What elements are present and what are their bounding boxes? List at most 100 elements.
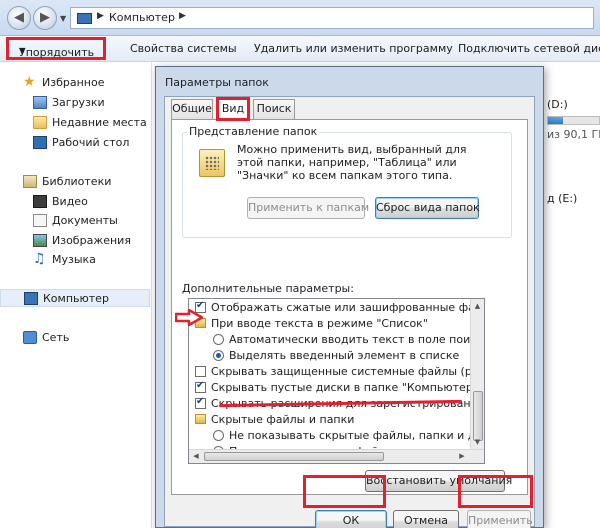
forward-arrow-icon: ▶ [40, 10, 50, 25]
reset-folders-button[interactable]: Сброс вида папок [375, 197, 480, 219]
pictures-library-icon [33, 234, 47, 247]
sidebar-item-label: Загрузки [52, 96, 105, 109]
computer-icon [77, 13, 92, 24]
sidebar-item-downloads[interactable]: Загрузки [0, 94, 150, 112]
sidebar-item-music[interactable]: ♫ Музыка [0, 251, 150, 269]
sidebar-item-label: Музыка [52, 253, 96, 266]
advanced-settings-label: Дополнительные параметры: [182, 282, 354, 295]
uninstall-program-button[interactable]: Удалить или изменить программу [254, 42, 453, 55]
drive-d-usage-bar [547, 116, 600, 125]
breadcrumb-computer[interactable]: Компьютер [109, 11, 175, 24]
red-arrow-icon [175, 309, 203, 326]
folder-options-dialog: Параметры папок Общие Вид Поиск Представ… [155, 66, 544, 528]
drive-d-free-space: из 90,1 ГБ [547, 128, 600, 141]
sidebar-item-label: Библиотеки [42, 175, 112, 188]
organize-button[interactable]: Упорядочить ▼ [6, 37, 106, 60]
checkbox[interactable] [195, 366, 206, 377]
sidebar-item-libraries[interactable]: Библиотеки [0, 173, 150, 191]
star-icon: ★ [23, 74, 36, 90]
network-icon [23, 331, 37, 344]
sidebar-item-desktop[interactable]: Рабочий стол [0, 134, 150, 152]
address-bar-area: ◀ ▶ ▼ ▶ Компьютер ▶ [0, 0, 600, 36]
apply-button[interactable]: Применить [467, 510, 533, 528]
organize-label: Упорядочить [19, 46, 95, 59]
sidebar-item-network[interactable]: Сеть [0, 329, 150, 347]
sidebar-item-label: Изображения [52, 234, 131, 247]
drive-d-label[interactable]: (D:) [547, 98, 568, 111]
drive-d-usage-fill [548, 117, 564, 124]
scroll-thumb[interactable] [473, 391, 483, 441]
sidebar-item-favorites[interactable]: ★ Избранное [0, 74, 150, 92]
tab-general[interactable]: Общие [171, 99, 213, 119]
video-library-icon [33, 195, 47, 208]
folder-views-label: Представление папок [187, 125, 320, 138]
sidebar-item-label: Сеть [42, 331, 70, 344]
sidebar-item-label: Недавние места [52, 116, 147, 129]
chevron-down-icon: ▼ [19, 46, 26, 55]
back-arrow-icon: ◀ [14, 10, 24, 25]
sidebar-item-computer[interactable]: Компьютер [0, 289, 150, 307]
documents-library-icon [33, 214, 47, 227]
breadcrumb-separator-icon[interactable]: ▶ [97, 11, 104, 21]
vertical-scrollbar[interactable]: ▲ ▼ [470, 299, 484, 449]
libraries-icon [23, 175, 37, 188]
navigation-pane: ★ Избранное Загрузки Недавние места Рабо… [0, 62, 152, 528]
address-box[interactable]: ▶ Компьютер ▶ [70, 7, 594, 29]
sidebar-item-recent[interactable]: Недавние места [0, 114, 150, 132]
dialog-title: Параметры папок [165, 76, 269, 89]
settings-option-label: При вводе текста в режиме "Список" [211, 317, 428, 330]
map-network-drive-button[interactable]: Подключить сетевой диск [458, 42, 600, 55]
checkbox[interactable] [195, 380, 206, 393]
settings-option-label: Скрывать защищенные системные файлы (рек… [211, 365, 484, 378]
radio-button[interactable] [213, 430, 224, 441]
scroll-up-icon[interactable]: ▲ [471, 299, 484, 313]
settings-option-label: Скрытые файлы и папки [211, 413, 355, 426]
settings-option-label: Не показывать скрытые файлы, папки и дис… [229, 429, 485, 442]
folder-views-group: Представление папок Можно применить вид,… [182, 125, 512, 238]
settings-option-label: Отображать сжатые или зашифрованные файл… [211, 301, 484, 314]
folder-icon [195, 414, 206, 424]
tab-search[interactable]: Поиск [253, 99, 295, 119]
sidebar-item-images[interactable]: Изображения [0, 232, 150, 250]
dialog-body: Общие Вид Поиск Представление папок Можн… [164, 96, 535, 528]
recent-pages-dropdown-icon[interactable]: ▼ [60, 14, 66, 23]
scroll-down-icon[interactable]: ▼ [471, 435, 484, 449]
red-highlight-apply [458, 475, 533, 508]
sidebar-item-video[interactable]: Видео [0, 193, 150, 211]
folder-views-description: Можно применить вид, выбранный для этой … [237, 143, 467, 182]
tab-view[interactable]: Вид [216, 97, 250, 121]
breadcrumb-chevron-icon[interactable]: ▶ [179, 11, 186, 21]
downloads-folder-icon [33, 96, 47, 109]
cancel-button[interactable]: Отмена [393, 510, 459, 528]
red-highlight-ok [303, 475, 386, 508]
settings-option-label: Скрывать пустые диски в папке "Компьютер… [211, 381, 478, 394]
command-bar: Упорядочить ▼ Свойства системы Удалить и… [0, 36, 600, 62]
scroll-left-icon[interactable]: ◀ [189, 450, 203, 463]
system-properties-button[interactable]: Свойства системы [130, 42, 237, 55]
forward-button[interactable]: ▶ [33, 6, 57, 30]
horizontal-scrollbar[interactable]: ◀ ▶ [189, 449, 484, 463]
settings-option-label: Выделять введенный элемент в списке [229, 349, 460, 362]
drive-e-label[interactable]: д (E:) [547, 192, 577, 205]
radio-button[interactable] [213, 334, 224, 345]
back-button[interactable]: ◀ [7, 6, 31, 30]
view-tab-panel: Представление папок Можно применить вид,… [171, 119, 528, 495]
sidebar-item-label: Рабочий стол [52, 136, 130, 149]
sidebar-item-label: Компьютер [43, 292, 109, 305]
sidebar-item-label: Избранное [42, 76, 105, 89]
recent-places-icon [33, 116, 47, 129]
ok-button[interactable]: ОК [315, 510, 387, 528]
sidebar-item-label: Документы [52, 214, 118, 227]
music-note-icon: ♫ [33, 251, 46, 267]
scroll-right-icon[interactable]: ▶ [455, 450, 469, 463]
horizontal-scroll-thumb[interactable] [204, 452, 384, 461]
desktop-icon [33, 136, 47, 149]
sidebar-item-label: Видео [52, 195, 88, 208]
settings-option-label: Автоматически вводить текст в поле поиск… [229, 333, 485, 346]
computer-icon [24, 292, 38, 305]
sidebar-item-documents[interactable]: Документы [0, 212, 150, 230]
radio-button[interactable] [213, 350, 224, 361]
advanced-settings-list[interactable]: Отображать сжатые или зашифрованные файл… [188, 298, 485, 464]
apply-to-folders-button[interactable]: Применить к папкам [247, 197, 369, 219]
checkbox[interactable] [195, 396, 206, 409]
